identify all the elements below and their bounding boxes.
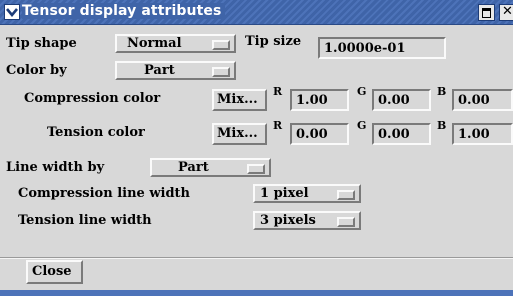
- tension-mix-label: Mix...: [217, 126, 258, 141]
- compression-line-width-label: Compression line width: [18, 186, 191, 201]
- compression-r-field[interactable]: 1.00: [290, 89, 349, 111]
- compression-g-value: 0.00: [378, 93, 410, 108]
- tension-g-label: G: [357, 119, 367, 132]
- compression-b-field[interactable]: 0.00: [452, 89, 513, 111]
- tip-shape-value: Normal: [127, 36, 182, 51]
- separator: [0, 257, 513, 259]
- tension-line-width-label: Tension line width: [18, 213, 152, 228]
- tension-r-field[interactable]: 0.00: [290, 123, 349, 145]
- option-indicator-icon: [337, 190, 355, 200]
- compression-line-width-option-menu[interactable]: 1 pixel: [253, 184, 361, 203]
- compression-g-field[interactable]: 0.00: [372, 89, 431, 111]
- option-indicator-icon: [247, 164, 265, 174]
- tip-shape-option-menu[interactable]: Normal: [115, 34, 236, 53]
- compression-b-value: 0.00: [458, 93, 490, 108]
- tension-b-field[interactable]: 1.00: [452, 123, 513, 145]
- tension-g-field[interactable]: 0.00: [372, 123, 431, 145]
- close-button-label: Close: [32, 264, 72, 279]
- line-width-by-label: Line width by: [6, 160, 105, 175]
- tension-r-label: R: [273, 119, 283, 132]
- title-bar[interactable]: Tensor display attributes ✕: [0, 0, 513, 25]
- compression-r-value: 1.00: [296, 93, 328, 108]
- window-menu-chevron-icon[interactable]: [4, 4, 20, 20]
- option-indicator-icon: [212, 67, 230, 77]
- line-width-by-option-menu[interactable]: Part: [150, 158, 271, 177]
- compression-line-width-value: 1 pixel: [260, 186, 309, 201]
- option-indicator-icon: [337, 217, 355, 227]
- tip-size-field[interactable]: 1.0000e-01: [318, 37, 446, 59]
- color-by-option-menu[interactable]: Part: [115, 61, 236, 80]
- tension-b-value: 1.00: [458, 127, 490, 142]
- maximize-icon[interactable]: [478, 4, 495, 21]
- window-bottom-border: [0, 290, 513, 296]
- color-by-value: Part: [144, 63, 175, 78]
- tip-size-value: 1.0000e-01: [324, 41, 406, 56]
- tension-line-width-option-menu[interactable]: 3 pixels: [253, 211, 361, 230]
- compression-b-label: B: [437, 85, 447, 98]
- window-title: Tensor display attributes: [22, 3, 226, 19]
- tension-g-value: 0.00: [378, 127, 410, 142]
- line-width-by-value: Part: [178, 160, 209, 175]
- close-window-icon[interactable]: ✕: [499, 4, 513, 21]
- tension-color-label: Tension color: [47, 125, 145, 140]
- tension-b-label: B: [437, 119, 447, 132]
- color-by-label: Color by: [6, 63, 67, 78]
- option-indicator-icon: [212, 40, 230, 50]
- close-button[interactable]: Close: [26, 260, 83, 284]
- compression-g-label: G: [357, 85, 367, 98]
- compression-mix-label: Mix...: [217, 92, 258, 107]
- tip-shape-label: Tip shape: [6, 36, 77, 51]
- compression-r-label: R: [273, 85, 283, 98]
- tension-line-width-value: 3 pixels: [260, 213, 316, 228]
- compression-mix-button[interactable]: Mix...: [212, 89, 267, 111]
- compression-color-label: Compression color: [24, 91, 161, 106]
- tension-mix-button[interactable]: Mix...: [212, 123, 267, 145]
- tension-r-value: 0.00: [296, 127, 328, 142]
- tip-size-label: Tip size: [245, 34, 302, 49]
